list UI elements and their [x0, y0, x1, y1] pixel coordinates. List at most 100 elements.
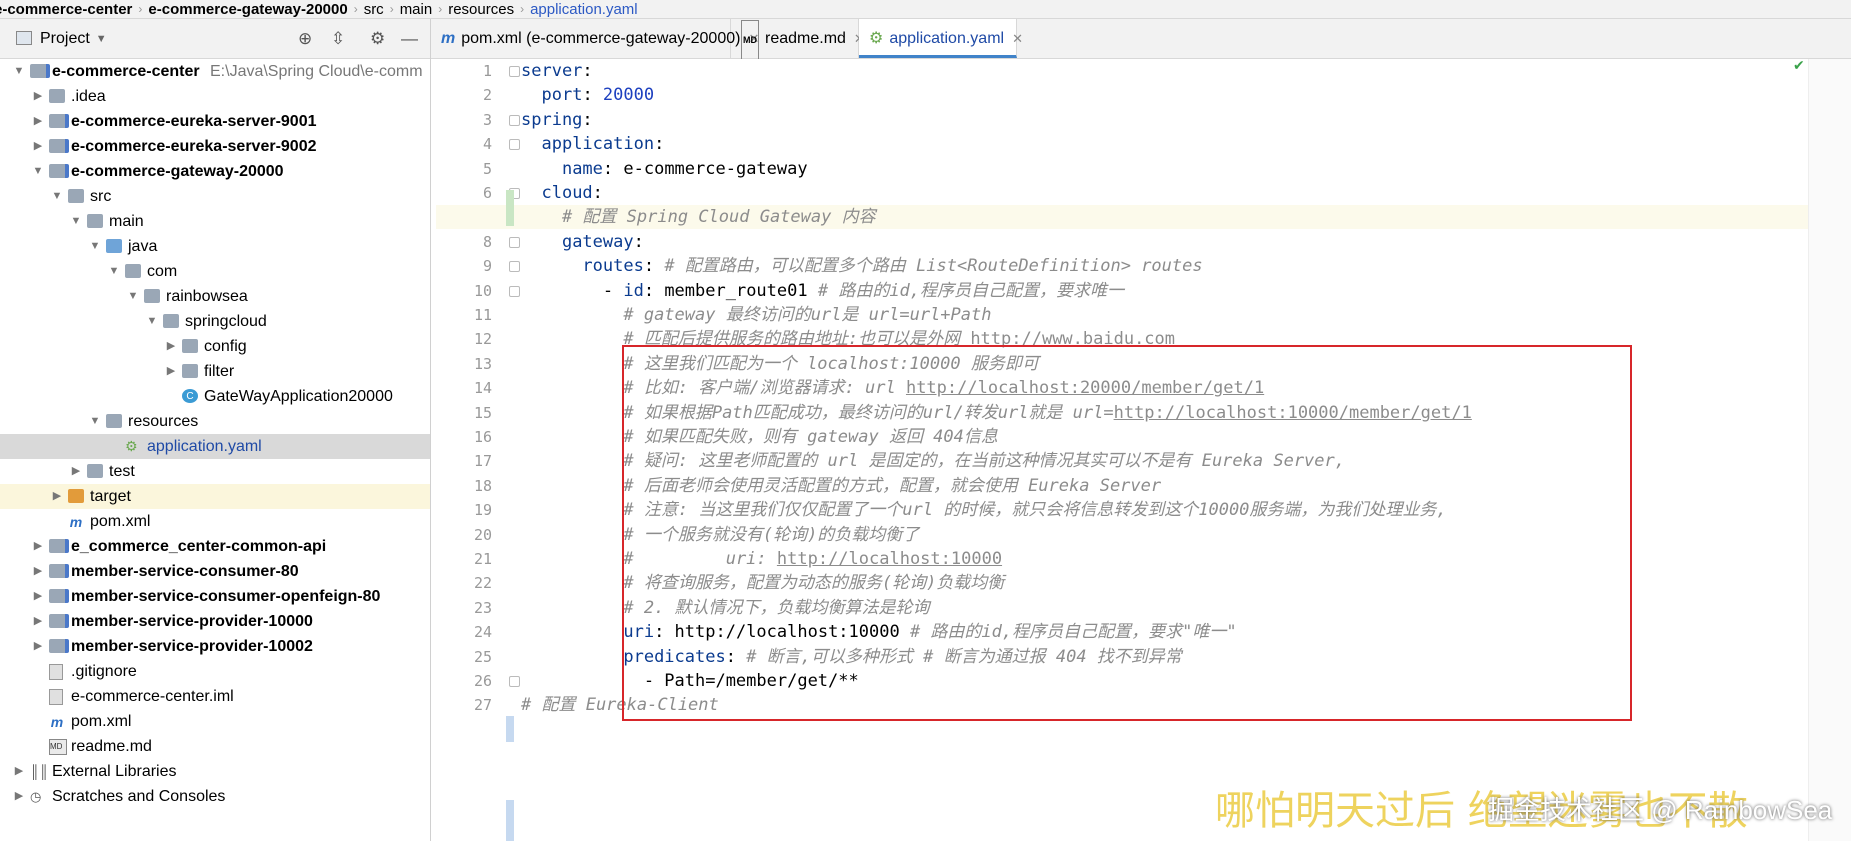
tree-item[interactable]: ▶ ║║ External Libraries: [0, 759, 430, 784]
chevron-down-icon[interactable]: ▼: [88, 409, 102, 434]
chevron-right-icon[interactable]: ▶: [31, 584, 45, 609]
folder-icon: [182, 364, 198, 378]
editor-tab[interactable]: m pom.xml (e-commerce-gateway-20000) ✕: [431, 19, 759, 58]
chevron-right-icon[interactable]: ▶: [69, 459, 83, 484]
tree-item[interactable]: MD readme.md: [0, 734, 430, 759]
tree-item-label: Scratches and Consoles: [52, 788, 226, 805]
chevron-right-icon[interactable]: ▶: [31, 609, 45, 634]
editor-tab[interactable]: MDreadme.md✕: [731, 19, 865, 61]
fold-marker-icon[interactable]: [509, 237, 520, 248]
tree-item[interactable]: ▶ target: [0, 484, 430, 509]
folder-icon: [49, 89, 65, 103]
tree-item[interactable]: ▶ member-service-provider-10002: [0, 634, 430, 659]
editor-tab[interactable]: ⚙ application.yaml ✕: [859, 19, 1023, 58]
module-folder-icon: [49, 639, 69, 653]
code-token: server: [521, 61, 583, 81]
tree-item[interactable]: ▶ e-commerce-eureka-server-9002: [0, 134, 430, 159]
chevron-right-icon[interactable]: ▶: [31, 634, 45, 659]
tree-item[interactable]: ▶ e_commerce_center-common-api: [0, 534, 430, 559]
chevron-down-icon[interactable]: ▼: [31, 159, 45, 184]
target-icon[interactable]: ⊕: [298, 29, 312, 49]
chevron-right-icon[interactable]: ▶: [12, 759, 26, 784]
tree-item-label: config: [204, 338, 247, 355]
tree-item[interactable]: ▼ main: [0, 209, 430, 234]
change-mark: [506, 800, 514, 841]
tree-item[interactable]: ▶ .idea: [0, 84, 430, 109]
chevron-right-icon[interactable]: ▶: [164, 359, 178, 384]
tree-item[interactable]: ▶ member-service-consumer-openfeign-80: [0, 584, 430, 609]
close-icon[interactable]: ✕: [1012, 31, 1023, 46]
tree-item[interactable]: ▶ test: [0, 459, 430, 484]
breadcrumb-item[interactable]: e-commerce-center: [0, 1, 138, 18]
project-view-icon[interactable]: [16, 31, 32, 45]
tree-item[interactable]: ▶ ◷ Scratches and Consoles: [0, 784, 430, 809]
minimize-icon[interactable]: —: [401, 29, 418, 49]
breadcrumb-item[interactable]: e-commerce-gateway-20000: [142, 1, 353, 18]
module-folder-icon: [49, 539, 69, 553]
tree-item[interactable]: ▼ resources: [0, 409, 430, 434]
tree-item[interactable]: ▼ springcloud: [0, 309, 430, 334]
breadcrumb-item[interactable]: resources: [442, 1, 520, 18]
tree-item[interactable]: .gitignore: [0, 659, 430, 684]
chevron-down-icon[interactable]: ▼: [50, 184, 64, 209]
chevron-down-icon[interactable]: ▼: [12, 59, 26, 84]
chevron-right-icon[interactable]: ▶: [31, 109, 45, 134]
tree-item[interactable]: ▼ e-commerce-center E:\Java\Spring Cloud\e…: [0, 59, 430, 84]
folder-icon: [87, 214, 103, 228]
code-token: application: [541, 134, 655, 154]
code-token: :: [643, 256, 665, 276]
tree-item[interactable]: ▼ src: [0, 184, 430, 209]
file-icon: [49, 664, 63, 680]
tree-item[interactable]: ▶ config: [0, 334, 430, 359]
chevron-right-icon[interactable]: ▶: [31, 84, 45, 109]
chevron-right-icon[interactable]: ▶: [31, 559, 45, 584]
tree-item[interactable]: m pom.xml: [0, 709, 430, 734]
tree-item[interactable]: ▶ member-service-consumer-80: [0, 559, 430, 584]
breadcrumb-item[interactable]: main: [394, 1, 439, 18]
chevron-down-icon[interactable]: ▼: [145, 309, 159, 334]
tree-item[interactable]: C GateWayApplication20000: [0, 384, 430, 409]
code-token: :: [582, 85, 603, 105]
tree-item[interactable]: ⚙ application.yaml: [0, 434, 430, 459]
folder-icon: [182, 339, 198, 353]
breadcrumb-item[interactable]: src: [358, 1, 390, 18]
chevron-right-icon[interactable]: ▶: [31, 534, 45, 559]
chevron-right-icon[interactable]: ▶: [12, 784, 26, 809]
tree-item[interactable]: ▶ filter: [0, 359, 430, 384]
collapse-icon[interactable]: ⇳: [331, 29, 345, 49]
chevron-down-icon[interactable]: ▼: [69, 209, 83, 234]
project-panel-title[interactable]: Project: [40, 30, 90, 48]
chevron-right-icon[interactable]: ▶: [50, 484, 64, 509]
chevron-right-icon[interactable]: ▶: [164, 334, 178, 359]
chevron-down-icon[interactable]: ▼: [126, 284, 140, 309]
tree-item[interactable]: ▼ com: [0, 259, 430, 284]
fold-marker-icon[interactable]: [509, 286, 520, 297]
chevron-right-icon[interactable]: ▶: [31, 134, 45, 159]
chevron-down-icon[interactable]: ▼: [96, 33, 107, 45]
tree-item[interactable]: ▼ rainbowsea: [0, 284, 430, 309]
fold-marker-icon[interactable]: [509, 115, 520, 126]
breadcrumb-item[interactable]: application.yaml: [524, 1, 644, 18]
module-folder-icon: [49, 139, 69, 153]
line-number: 23: [473, 599, 492, 617]
module-folder-icon: [49, 614, 69, 628]
fold-marker-icon[interactable]: [509, 139, 520, 150]
tree-item[interactable]: ▼ e-commerce-gateway-20000: [0, 159, 430, 184]
minimap[interactable]: [1808, 59, 1851, 841]
tree-item[interactable]: ▼ java: [0, 234, 430, 259]
chevron-down-icon[interactable]: ▼: [88, 234, 102, 259]
fold-marker-icon[interactable]: [509, 676, 520, 687]
tree-item[interactable]: e-commerce-center.iml: [0, 684, 430, 709]
tree-item[interactable]: m pom.xml: [0, 509, 430, 534]
tree-item[interactable]: ▶ e-commerce-eureka-server-9001: [0, 109, 430, 134]
fold-marker-icon[interactable]: [509, 66, 520, 77]
chevron-down-icon[interactable]: ▼: [107, 259, 121, 284]
fold-marker-icon[interactable]: [509, 261, 520, 272]
tree-item[interactable]: ▶ member-service-provider-10000: [0, 609, 430, 634]
gear-icon[interactable]: ⚙: [370, 29, 385, 49]
